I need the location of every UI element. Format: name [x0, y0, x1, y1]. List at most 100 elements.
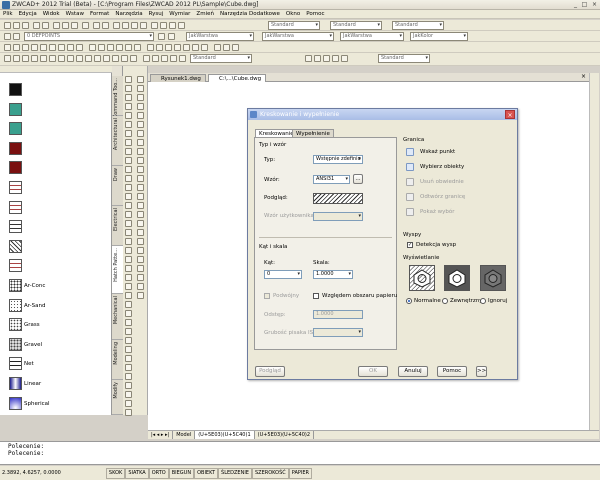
rotate-icon[interactable] — [58, 55, 65, 62]
undo-icon[interactable] — [93, 22, 100, 29]
side-tool-icon[interactable] — [125, 139, 132, 146]
tab-rysunek1[interactable]: Rysunek1.dwg — [150, 74, 206, 82]
toggle-orto[interactable]: ORTO — [148, 468, 169, 479]
pattern-browse-button[interactable]: ... — [353, 174, 363, 184]
text-style-select[interactable]: Standard — [268, 21, 320, 30]
pan-icon[interactable] — [113, 22, 120, 29]
side-tool-icon[interactable] — [125, 202, 132, 209]
menu-okno[interactable]: Okno — [283, 10, 303, 19]
side-tool-icon[interactable] — [125, 328, 132, 335]
break-icon[interactable] — [103, 55, 110, 62]
render-icon[interactable] — [223, 44, 230, 51]
side-tool-icon[interactable] — [125, 355, 132, 362]
fillet-icon[interactable] — [121, 55, 128, 62]
side-tool-icon[interactable] — [125, 292, 132, 299]
toggle-siatka[interactable]: SIATKA — [125, 468, 149, 479]
side-tool-icon[interactable] — [125, 382, 132, 389]
hatch-icon[interactable] — [67, 44, 74, 51]
color-select[interactable]: JakWarstwa — [186, 32, 254, 41]
side-tool-icon[interactable] — [137, 283, 144, 290]
boundary-action-label[interactable]: Wskaż punkt — [420, 149, 455, 155]
menu-edycja[interactable]: Edycja — [16, 10, 40, 19]
box-icon[interactable] — [89, 44, 96, 51]
mirror-icon[interactable] — [22, 55, 29, 62]
side-tool-icon[interactable] — [125, 247, 132, 254]
offset-icon[interactable] — [31, 55, 38, 62]
stretch-icon[interactable] — [76, 55, 83, 62]
side-tool-icon[interactable] — [137, 220, 144, 227]
side-tool-icon[interactable] — [137, 139, 144, 146]
side-tool-icon[interactable] — [137, 256, 144, 263]
extend-icon[interactable] — [94, 55, 101, 62]
line-icon[interactable] — [4, 44, 11, 51]
match-icon[interactable] — [82, 22, 89, 29]
help-icon[interactable] — [178, 22, 185, 29]
type-select[interactable]: Wstępnie zdefinio — [313, 155, 363, 164]
toggle-papier[interactable]: PAPIER — [288, 468, 312, 479]
side-tool-icon[interactable] — [125, 148, 132, 155]
preview-button[interactable]: Podgląd — [255, 366, 285, 377]
cylinder-icon[interactable] — [107, 44, 114, 51]
side-tool-icon[interactable] — [137, 202, 144, 209]
brick-hatch-icon[interactable] — [9, 200, 22, 214]
view-front-icon[interactable] — [183, 44, 190, 51]
side-tool-icon[interactable] — [125, 310, 132, 317]
tab-modify[interactable]: Modify — [112, 380, 123, 415]
menu-pomoc[interactable]: Pomoc — [303, 10, 327, 19]
trim-icon[interactable] — [85, 55, 92, 62]
tab-hatch-patterns[interactable]: Hatch Patte... — [112, 246, 123, 294]
dim-aligned-icon[interactable] — [152, 55, 159, 62]
side-tool-icon[interactable] — [137, 211, 144, 218]
side-tool-icon[interactable] — [125, 130, 132, 137]
move-icon[interactable] — [49, 55, 56, 62]
paper-space-checkbox[interactable] — [313, 293, 319, 299]
custom-pattern-select[interactable] — [313, 212, 363, 221]
scale-select[interactable]: 1.0000 — [313, 270, 353, 279]
menu-rysuj[interactable]: Rysuj — [146, 10, 167, 19]
concrete-hatch-icon[interactable] — [9, 279, 22, 292]
print-icon[interactable] — [33, 22, 40, 29]
side-tool-icon[interactable] — [137, 265, 144, 272]
side-tool-icon[interactable] — [125, 409, 132, 416]
cancel-button[interactable]: Anuluj — [398, 366, 428, 377]
help-button[interactable]: Pomoc — [437, 366, 467, 377]
side-tool-icon[interactable] — [125, 193, 132, 200]
make-current-icon[interactable] — [158, 33, 165, 40]
more-options-button[interactable]: >> — [476, 366, 487, 377]
side-tool-icon[interactable] — [125, 391, 132, 398]
ok-button[interactable]: OK — [358, 366, 388, 377]
design-center-icon[interactable] — [160, 22, 167, 29]
menu-wstaw[interactable]: Wstaw — [63, 10, 87, 19]
dim-radius-icon[interactable] — [161, 55, 168, 62]
menu-format[interactable]: Format — [87, 10, 112, 19]
normal-style-preview[interactable] — [409, 265, 435, 291]
cut-icon[interactable] — [53, 22, 60, 29]
menu-widok[interactable]: Widok — [40, 10, 63, 19]
side-tool-icon[interactable] — [137, 94, 144, 101]
dim-angular-icon[interactable] — [170, 55, 177, 62]
tab-layout2[interactable]: (U+5E03)(U+5C40)2 — [255, 431, 315, 439]
torus-icon[interactable] — [134, 44, 141, 51]
tab-model[interactable]: Model — [173, 431, 196, 439]
leader-icon[interactable] — [179, 55, 186, 62]
linear-gradient-icon[interactable] — [9, 377, 22, 390]
toggle-szerokosc[interactable]: SZEROKOŚĆ — [251, 468, 289, 479]
boundary-action-icon[interactable] — [406, 163, 414, 171]
side-tool-icon[interactable] — [137, 103, 144, 110]
rectangle-icon[interactable] — [40, 44, 47, 51]
tab-mechanical[interactable]: Mechanical — [112, 294, 123, 340]
redo-icon[interactable] — [102, 22, 109, 29]
dim-style-select[interactable]: Standard — [330, 21, 382, 30]
toggle-obiekt[interactable]: OBIEKT — [194, 468, 219, 479]
side-tool-icon[interactable] — [125, 364, 132, 371]
boundary-action-label[interactable]: Wybierz obiekty — [420, 164, 464, 170]
color-swatch[interactable] — [9, 102, 22, 116]
menu-plik[interactable]: Plik — [0, 10, 16, 19]
zoom-icon[interactable] — [122, 22, 129, 29]
side-tool-icon[interactable] — [137, 229, 144, 236]
boundary-action-icon[interactable] — [406, 193, 414, 201]
side-tool-icon[interactable] — [125, 112, 132, 119]
color-swatch[interactable] — [9, 122, 22, 136]
zoom-previous-icon[interactable] — [140, 22, 147, 29]
new-icon[interactable] — [4, 22, 11, 29]
